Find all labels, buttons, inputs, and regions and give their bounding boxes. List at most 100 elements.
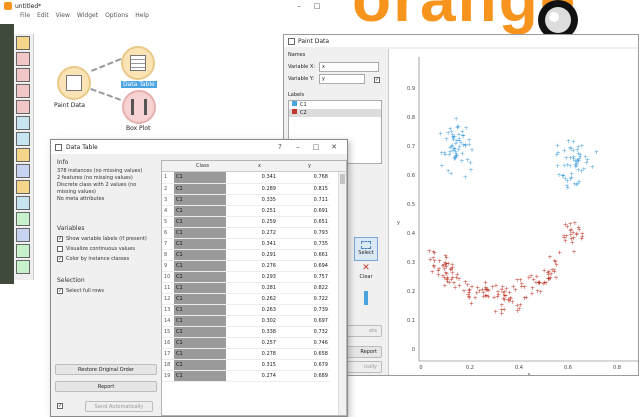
x-cell[interactable]: 0.262 bbox=[226, 293, 278, 305]
table-row[interactable]: 19 C1 0.274 0.689 bbox=[162, 370, 330, 382]
class-cell[interactable]: C1 bbox=[174, 205, 226, 217]
x-cell[interactable]: 0.335 bbox=[226, 194, 278, 206]
y-cell[interactable]: 0.661 bbox=[278, 249, 330, 261]
class-cell[interactable]: C1 bbox=[174, 172, 226, 184]
class-cell[interactable]: C1 bbox=[174, 238, 226, 250]
class-cell[interactable]: C1 bbox=[174, 194, 226, 206]
reset-to-input-button[interactable]: ata bbox=[342, 325, 382, 337]
y-cell[interactable]: 0.679 bbox=[278, 359, 330, 371]
sieve-icon[interactable] bbox=[16, 84, 30, 98]
bars-icon[interactable] bbox=[16, 180, 30, 194]
class-cell[interactable]: C1 bbox=[174, 348, 226, 360]
x-cell[interactable]: 0.289 bbox=[226, 183, 278, 195]
x-cell[interactable]: 0.291 bbox=[226, 249, 278, 261]
x-cell[interactable]: 0.341 bbox=[226, 172, 278, 184]
table-row[interactable]: 2 C1 0.289 0.815 bbox=[162, 183, 330, 195]
class-cell[interactable]: C1 bbox=[174, 293, 226, 305]
text-icon[interactable] bbox=[16, 228, 30, 242]
x-cell[interactable]: 0.276 bbox=[226, 260, 278, 272]
header-class[interactable]: Class bbox=[196, 163, 209, 169]
class-cell[interactable]: C1 bbox=[174, 249, 226, 261]
class-cell[interactable]: C1 bbox=[174, 282, 226, 294]
select-rows-option[interactable]: ✓ Select full rows bbox=[53, 286, 157, 296]
table-row[interactable]: 15 C1 0.338 0.732 bbox=[162, 326, 330, 338]
variable-y-checkbox[interactable]: ✓ bbox=[374, 76, 383, 83]
star-icon[interactable] bbox=[16, 164, 30, 178]
header-x[interactable]: x bbox=[258, 163, 261, 169]
x-cell[interactable]: 0.272 bbox=[226, 227, 278, 239]
mosaic-icon[interactable] bbox=[16, 100, 30, 114]
show-labels-option[interactable]: ✓ Show variable labels (if present) bbox=[53, 234, 157, 244]
table-row[interactable]: 12 C1 0.262 0.722 bbox=[162, 293, 330, 305]
brush-size-slider[interactable] bbox=[364, 291, 368, 305]
send-automatically-button[interactable]: Send Automatically bbox=[85, 401, 153, 412]
table-help-button[interactable]: ? bbox=[271, 143, 289, 151]
minimize-button[interactable]: – bbox=[290, 2, 308, 10]
y-cell[interactable]: 0.689 bbox=[278, 370, 330, 382]
x-cell[interactable]: 0.251 bbox=[226, 205, 278, 217]
arrows-icon[interactable] bbox=[16, 196, 30, 210]
select-rows-checkbox[interactable]: ✓ bbox=[57, 287, 63, 294]
send-auto-checkbox[interactable]: ✓ bbox=[57, 402, 66, 409]
table-row[interactable]: 6 C1 0.272 0.793 bbox=[162, 227, 330, 239]
table-row[interactable]: 8 C1 0.291 0.661 bbox=[162, 249, 330, 261]
table-row[interactable]: 9 C1 0.276 0.694 bbox=[162, 260, 330, 272]
x-cell[interactable]: 0.263 bbox=[226, 304, 278, 316]
cluster-icon[interactable] bbox=[16, 212, 30, 226]
x-cell[interactable]: 0.293 bbox=[226, 271, 278, 283]
clear-tool-button[interactable]: ✕ Clear bbox=[354, 263, 378, 285]
show-labels-checkbox[interactable]: ✓ bbox=[57, 235, 63, 242]
class-cell[interactable]: C1 bbox=[174, 216, 226, 228]
table-minimize-button[interactable]: – bbox=[289, 143, 307, 151]
class-cell[interactable]: C1 bbox=[174, 183, 226, 195]
table-row[interactable]: 7 C1 0.341 0.735 bbox=[162, 238, 330, 250]
x-cell[interactable]: 0.257 bbox=[226, 337, 278, 349]
menu-view[interactable]: View bbox=[56, 12, 70, 22]
menu-widget[interactable]: Widget bbox=[77, 12, 98, 22]
table-row[interactable]: 5 C1 0.259 0.651 bbox=[162, 216, 330, 228]
table-row[interactable]: 1 C1 0.341 0.768 bbox=[162, 172, 330, 184]
class-cell[interactable]: C1 bbox=[174, 315, 226, 327]
tree-icon[interactable] bbox=[16, 116, 30, 130]
paint-plot-area[interactable]: 0.9 0.8 0.7 0.6 0.5 0.4 0.3 0.2 0.1 0 y … bbox=[388, 49, 639, 375]
class-cell[interactable]: C1 bbox=[174, 359, 226, 371]
table-maximize-button[interactable]: □ bbox=[307, 143, 325, 151]
x-cell[interactable]: 0.315 bbox=[226, 359, 278, 371]
variable-x-input[interactable]: x bbox=[319, 62, 379, 72]
menu-file[interactable]: File bbox=[20, 12, 30, 22]
y-cell[interactable]: 0.722 bbox=[278, 293, 330, 305]
y-cell[interactable]: 0.694 bbox=[278, 260, 330, 272]
class-cell[interactable]: C1 bbox=[174, 271, 226, 283]
table-report-button[interactable]: Report bbox=[55, 381, 157, 392]
chart-icon[interactable] bbox=[16, 260, 30, 274]
network-icon[interactable] bbox=[16, 132, 30, 146]
color-option[interactable]: ✓ Color by instance classes bbox=[53, 254, 157, 264]
distribution-icon[interactable] bbox=[16, 68, 30, 82]
class-cell[interactable]: C1 bbox=[174, 304, 226, 316]
x-cell[interactable]: 0.274 bbox=[226, 370, 278, 382]
table-row[interactable]: 16 C1 0.257 0.746 bbox=[162, 337, 330, 349]
header-y[interactable]: y bbox=[308, 163, 311, 169]
table-close-button[interactable]: ✕ bbox=[325, 143, 343, 151]
table-row[interactable]: 17 C1 0.278 0.658 bbox=[162, 348, 330, 360]
y-cell[interactable]: 0.768 bbox=[278, 172, 330, 184]
table-row[interactable]: 3 C1 0.335 0.711 bbox=[162, 194, 330, 206]
color-checkbox[interactable]: ✓ bbox=[57, 255, 63, 262]
wave-icon[interactable] bbox=[16, 244, 30, 258]
y-cell[interactable]: 0.651 bbox=[278, 216, 330, 228]
visualize-checkbox[interactable] bbox=[57, 245, 63, 252]
class-cell[interactable]: C1 bbox=[174, 326, 226, 338]
class-cell[interactable]: C1 bbox=[174, 227, 226, 239]
x-cell[interactable]: 0.259 bbox=[226, 216, 278, 228]
y-cell[interactable]: 0.711 bbox=[278, 194, 330, 206]
table-row[interactable]: 4 C1 0.251 0.691 bbox=[162, 205, 330, 217]
table-icon[interactable] bbox=[16, 36, 30, 50]
menu-help[interactable]: Help bbox=[135, 12, 149, 22]
select-tool-button[interactable]: Select bbox=[354, 237, 378, 261]
paint-send-button[interactable]: ically bbox=[342, 361, 382, 373]
vertical-scrollbar[interactable] bbox=[338, 172, 346, 415]
x-cell[interactable]: 0.338 bbox=[226, 326, 278, 338]
label-item-c2[interactable]: C2 bbox=[289, 109, 381, 117]
y-cell[interactable]: 0.746 bbox=[278, 337, 330, 349]
x-cell[interactable]: 0.278 bbox=[226, 348, 278, 360]
